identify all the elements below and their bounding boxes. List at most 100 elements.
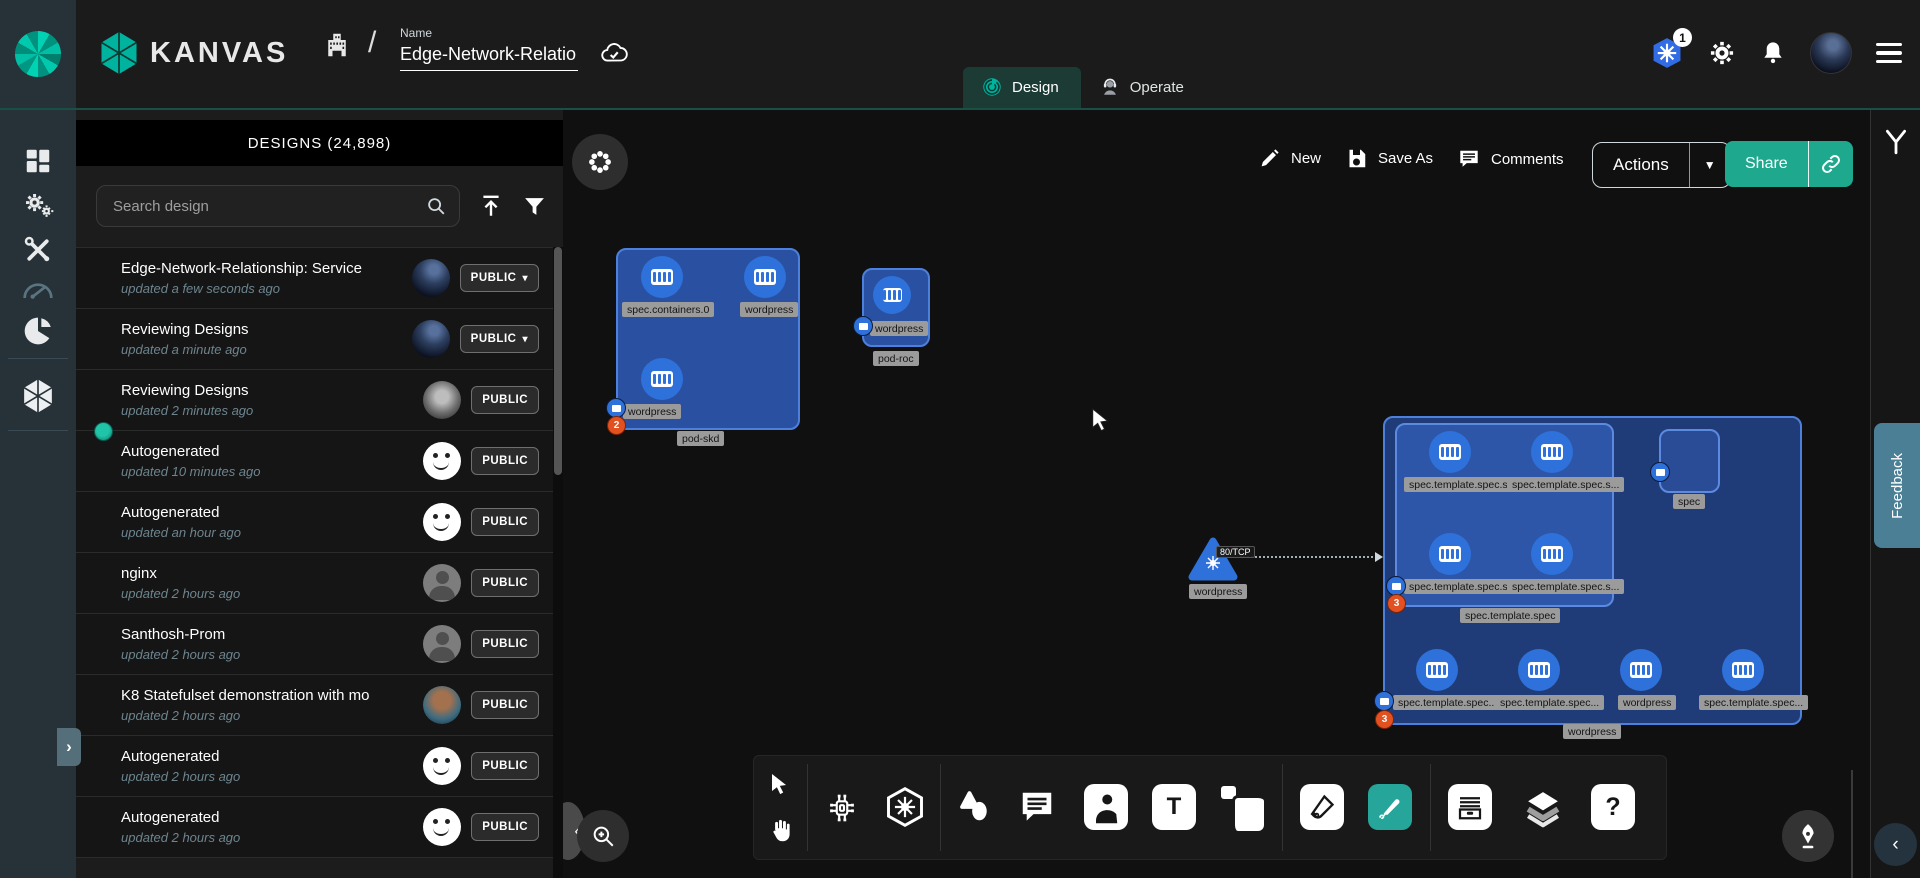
sketch-pencil-tool[interactable] (1368, 784, 1412, 830)
design-canvas[interactable]: New Save As Comments Actions ▼ Share pod… (563, 110, 1871, 878)
save-as-button[interactable]: Save As (1346, 148, 1433, 169)
dock-toggle-button[interactable] (572, 134, 628, 190)
dep-container-1[interactable] (1518, 649, 1560, 691)
visibility-badge[interactable]: PUBLIC ▾ (460, 264, 539, 292)
pan-hand-tool[interactable] (762, 812, 798, 848)
scrollbar-thumb[interactable] (554, 247, 562, 475)
actions-split-button[interactable]: Actions ▼ (1592, 142, 1731, 188)
visibility-badge[interactable]: PUBLIC (471, 386, 539, 414)
design-list-item[interactable]: Reviewing Designs updated a minute ago P… (76, 309, 553, 370)
frame-tool[interactable] (1218, 784, 1264, 830)
conformance-icon[interactable] (22, 315, 54, 347)
help-tool[interactable]: ? (1591, 784, 1635, 830)
feedback-tab[interactable]: Feedback (1874, 423, 1920, 548)
visibility-badge[interactable]: PUBLIC (471, 691, 539, 719)
design-list-item[interactable]: Autogenerated updated 2 hours ago PUBLIC (76, 797, 553, 858)
filter-button[interactable] (522, 194, 547, 219)
layers-tool[interactable] (1520, 784, 1566, 830)
design-list-item[interactable]: Autogenerated updated an hour ago PUBLIC (76, 492, 553, 553)
collapse-right-button[interactable]: ‹ (1874, 823, 1917, 866)
edge-service-to-deployment[interactable] (1240, 556, 1380, 558)
visibility-badge[interactable]: PUBLIC (471, 569, 539, 597)
comments-button[interactable]: Comments (1458, 148, 1564, 170)
copy-link-icon[interactable] (1808, 141, 1853, 187)
dep-container-3[interactable] (1722, 649, 1764, 691)
node-container-1[interactable] (641, 358, 683, 400)
scalpel-tool[interactable] (1300, 784, 1344, 830)
pod-skd-k8s-badge[interactable] (606, 398, 626, 418)
kanvas-brand[interactable]: KANVAS (98, 30, 288, 76)
zoom-in-button[interactable] (577, 810, 629, 862)
visibility-badge[interactable]: PUBLIC (471, 508, 539, 536)
pod-skd-error-badge[interactable]: 2 (607, 416, 626, 435)
share-label[interactable]: Share (1725, 141, 1808, 187)
kubernetes-shapes-tool[interactable] (882, 784, 928, 830)
menu-hamburger-button[interactable] (1876, 43, 1902, 64)
select-cursor-tool[interactable] (764, 768, 796, 800)
visibility-badge[interactable]: PUBLIC (471, 752, 539, 780)
search-input[interactable] (111, 197, 425, 216)
sts-container-2[interactable] (1429, 533, 1471, 575)
design-list-item[interactable]: Reviewing Designs updated 2 minutes ago … (76, 370, 553, 431)
kubernetes-context-button[interactable]: 1 (1650, 36, 1684, 70)
spec-k8s-badge[interactable] (1650, 462, 1670, 482)
media-tool[interactable] (1084, 784, 1128, 830)
text-tool[interactable]: T (1152, 784, 1196, 830)
actions-caret-icon[interactable]: ▼ (1689, 143, 1730, 187)
name-field-value[interactable]: Edge-Network-Relatio (400, 40, 578, 71)
node-container-wordpress[interactable] (744, 256, 786, 298)
node-container-0[interactable] (641, 256, 683, 298)
sts-container-3[interactable] (1531, 533, 1573, 575)
visibility-badge[interactable]: PUBLIC ▾ (460, 325, 539, 353)
sts-container-0[interactable] (1429, 431, 1471, 473)
visibility-caret-icon: ▾ (522, 273, 528, 284)
design-name-field[interactable]: Name Edge-Network-Relatio (400, 26, 580, 71)
share-split-button[interactable]: Share (1725, 141, 1853, 187)
node-service-triangle[interactable] (1187, 536, 1239, 582)
relationships-tool[interactable] (823, 789, 861, 827)
design-list-item[interactable]: nginx updated 2 hours ago PUBLIC (76, 553, 553, 614)
meshery-logo-cell[interactable] (0, 0, 76, 108)
tab-design[interactable]: Design (963, 67, 1081, 108)
design-list-item[interactable]: Santhosh-Prom updated 2 hours ago PUBLIC (76, 614, 553, 675)
visibility-badge[interactable]: PUBLIC (471, 447, 539, 475)
pod-roc-container[interactable] (873, 276, 911, 314)
spec-template-label: spec.template.spec (1460, 608, 1560, 623)
settings-gear-button[interactable] (1708, 39, 1736, 67)
kanvas-extension-icon[interactable] (21, 378, 55, 414)
notifications-bell-button[interactable] (1760, 39, 1786, 67)
visibility-badge[interactable]: PUBLIC (471, 813, 539, 841)
design-list-scrollbar[interactable] (553, 247, 563, 878)
pen-tool-button[interactable] (1782, 810, 1834, 862)
sts-error-badge[interactable]: 3 (1387, 594, 1406, 613)
lifecycle-gears-icon[interactable] (22, 190, 54, 222)
flip-y-icon[interactable] (1883, 128, 1909, 156)
components-drawer-tool[interactable] (1448, 784, 1492, 830)
design-list-item[interactable]: Autogenerated updated 2 hours ago PUBLIC (76, 736, 553, 797)
sts-container-1[interactable] (1531, 431, 1573, 473)
pod-roc-k8s-badge[interactable] (853, 316, 873, 336)
actions-label[interactable]: Actions (1593, 143, 1689, 187)
toolbox-icon[interactable] (23, 235, 53, 265)
tab-operate[interactable]: Operate (1081, 67, 1206, 108)
user-avatar[interactable] (1810, 32, 1852, 74)
design-list-item[interactable]: Edge-Network-Relationship: Service updat… (76, 248, 553, 309)
dashboard-icon[interactable] (23, 146, 53, 176)
performance-gauge-icon[interactable] (22, 278, 54, 302)
deployment-error-badge[interactable]: 3 (1375, 710, 1394, 729)
deployment-k8s-badge[interactable] (1374, 691, 1394, 711)
comment-tool[interactable] (1016, 786, 1058, 828)
dep-container-2[interactable] (1620, 649, 1662, 691)
visibility-badge[interactable]: PUBLIC (471, 630, 539, 658)
new-button[interactable]: New (1259, 148, 1321, 169)
search-box[interactable] (96, 185, 460, 227)
sidebar-expand-handle[interactable]: › (57, 728, 81, 766)
organization-building-icon[interactable] (322, 30, 352, 60)
shapes-tool[interactable] (954, 786, 996, 828)
dep-container-0[interactable] (1416, 649, 1458, 691)
node-spec[interactable] (1659, 429, 1720, 493)
sts-k8s-badge[interactable] (1386, 576, 1406, 596)
import-design-button[interactable] (478, 193, 504, 219)
design-list-item[interactable]: Autogenerated updated 10 minutes ago PUB… (76, 431, 553, 492)
design-list-item[interactable]: K8 Statefulset demonstration with mo upd… (76, 675, 553, 736)
